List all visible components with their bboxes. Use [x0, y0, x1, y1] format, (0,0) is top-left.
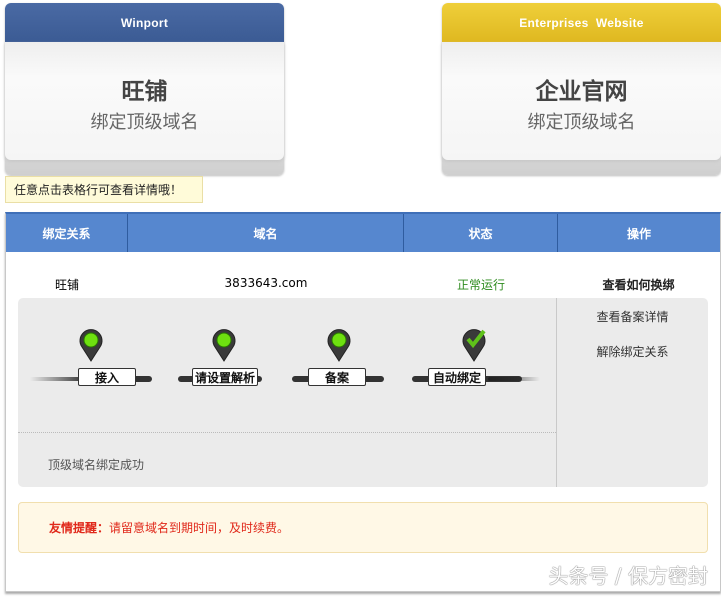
step-access: 接入 [78, 368, 136, 386]
step-icp: 备案 [308, 368, 366, 386]
check-pin-icon [462, 328, 486, 362]
card-subtitle: 绑定顶级域名 [527, 112, 636, 133]
green-pin-icon [212, 328, 236, 362]
col-domain: 域名 [128, 214, 404, 252]
winport-card[interactable]: Winport 旺铺绑定顶级域名 [5, 3, 284, 175]
green-pin-icon [327, 328, 351, 362]
card-header: Winport [5, 3, 284, 42]
dotted-divider [18, 432, 556, 433]
card-header: Enterprises Website [442, 3, 721, 42]
step-auto-bind: 自动绑定 [428, 368, 486, 386]
watermark: 头条号 / 保方密封 [548, 564, 708, 588]
col-status: 状态 [404, 214, 558, 252]
step-dns: 请设置解析 [192, 368, 258, 386]
card-title: 企业官网 [535, 79, 628, 105]
col-relation: 绑定关系 [6, 214, 128, 252]
card-subtitle: 绑定顶级域名 [90, 112, 199, 133]
detail-panel: 接入 请设置解析 备案 自动绑定 顶级域名绑定成功 查看备案详情 解除绑定关系 [18, 298, 708, 487]
relation-cell: 旺铺 [54, 278, 79, 292]
col-action: 操作 [626, 226, 651, 241]
view-icp-details-link[interactable]: 查看备案详情 [557, 308, 708, 325]
enterprise-website-card[interactable]: Enterprises Website 企业官网绑定顶级域名 [442, 3, 721, 175]
table-header: 绑定关系 域名 状态 操作 [6, 214, 720, 252]
status-cell: 正常运行 [456, 278, 505, 292]
how-to-rebind-link[interactable]: 查看如何换绑 [566, 276, 711, 293]
renewal-notice: 友情提醒：请留意域名到期时间，及时续费。 [18, 502, 708, 553]
green-pin-icon [79, 328, 103, 362]
result-text: 顶级域名绑定成功 [48, 458, 145, 472]
notice-label: 友情提醒： [49, 521, 110, 535]
domain-cell: 3833643.com [224, 276, 308, 290]
card-title: 旺铺 [121, 79, 168, 105]
binding-table: 绑定关系 域名 状态 操作 旺铺 3833643.com 正常运行 查看如何换绑… [5, 212, 721, 592]
track [488, 377, 540, 381]
notice-text: 请留意域名到期时间，及时续费。 [109, 521, 290, 535]
unbind-link[interactable]: 解除绑定关系 [557, 343, 708, 360]
hint-tooltip: 任意点击表格行可查看详情哦！ [5, 176, 203, 203]
